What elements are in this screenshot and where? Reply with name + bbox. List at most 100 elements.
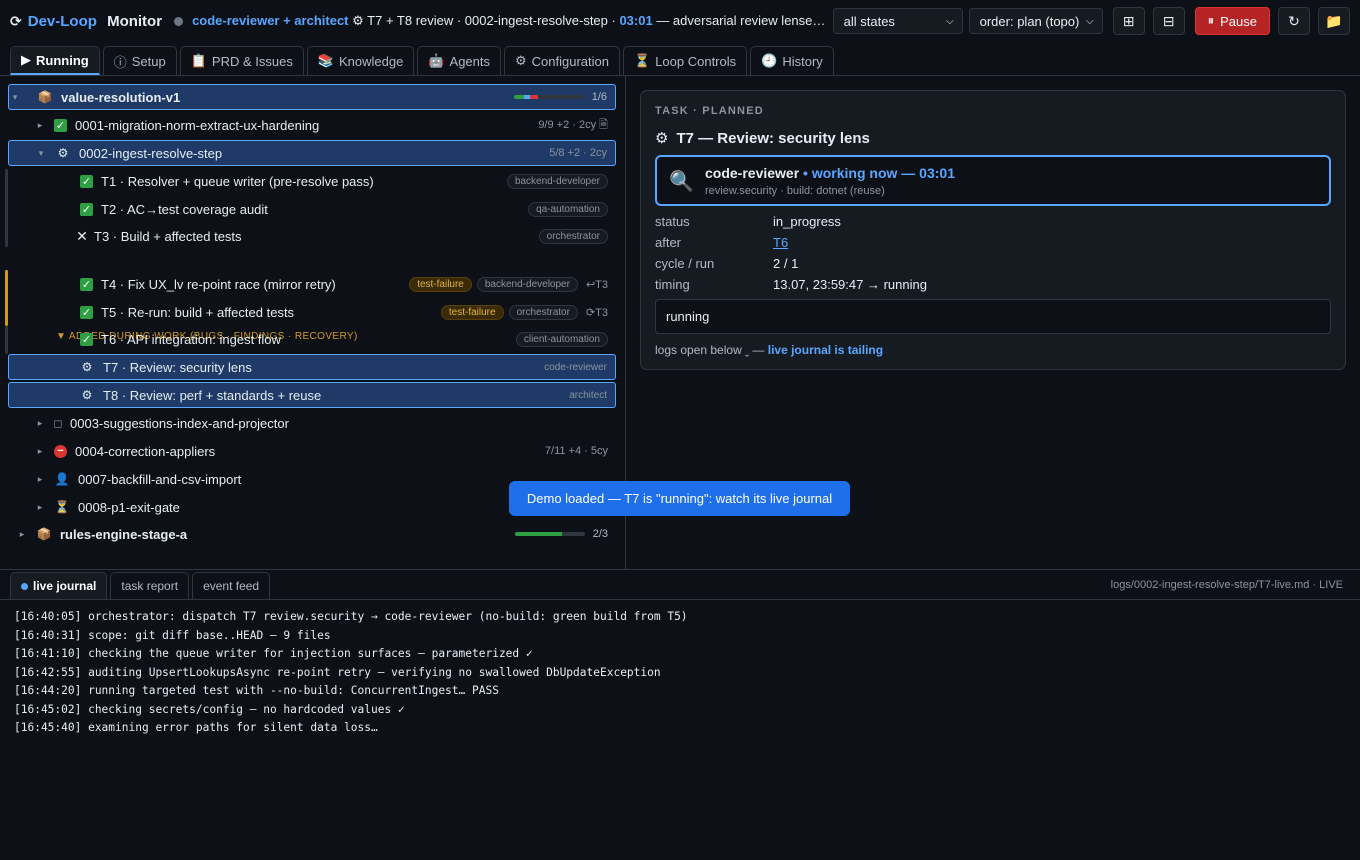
tree-row-meta: 2/3 bbox=[592, 528, 608, 540]
tree-row-task[interactable]: ✓ T5 · Re-run: build + affected tests te… bbox=[8, 299, 616, 325]
field-timing: timing 13.07, 23:59:47 → running bbox=[655, 277, 927, 292]
caret-right-icon: ▸ bbox=[37, 119, 43, 130]
tree-row-label: T1 · Resolver + queue writer (pre-resolv… bbox=[101, 173, 374, 189]
tree-row-issue[interactable]: ▸ ◻ 0003-suggestions-index-and-projector bbox=[8, 410, 616, 436]
tree-row-task[interactable]: ✓ T4 · Fix UX_lv re-point race (mirror r… bbox=[8, 271, 616, 297]
tree-row-label: T7 · Review: security lens bbox=[103, 359, 252, 375]
running-summary-text: ⚙ T7 + T8 review · 0002-ingest-resolve-s… bbox=[348, 13, 620, 28]
package-icon: 📦 bbox=[36, 527, 52, 541]
package-icon: 📦 bbox=[37, 90, 53, 104]
running-summary-tail: — adversarial review lenses running in .… bbox=[656, 13, 827, 28]
epic-progress-bar bbox=[513, 95, 584, 99]
tab-event-feed[interactable]: event feed bbox=[192, 572, 271, 599]
log-line: [16:40:31] scope: git diff base..HEAD — … bbox=[14, 628, 331, 642]
gear-icon: ⚙ bbox=[515, 53, 527, 68]
pause-button[interactable]: ⏸ Pause bbox=[1194, 7, 1270, 35]
task-detail-card: TASK · PLANNED ⚙ T7 — Review: security le… bbox=[640, 90, 1346, 370]
tree-row-task[interactable]: ✓ T1 · Resolver + queue writer (pre-reso… bbox=[8, 168, 616, 194]
tree-row-task-active[interactable]: ⚙ T7 · Review: security lens code-review… bbox=[8, 354, 616, 380]
field-value: 2 / 1 bbox=[773, 256, 799, 271]
tab-loop-controls[interactable]: ⏳ Loop Controls bbox=[623, 46, 748, 75]
tree-row-label: T3 · Build + affected tests bbox=[94, 228, 242, 244]
tab-task-report[interactable]: task report bbox=[110, 572, 190, 599]
tab-configuration[interactable]: ⚙ Configuration bbox=[504, 46, 620, 75]
check-icon: ✓ bbox=[80, 305, 93, 319]
log-tabs: live journal task report event feed logs… bbox=[0, 569, 1360, 600]
field-cycle-run: cycle / run 2 / 1 bbox=[655, 256, 798, 271]
log-line: [16:40:05] orchestrator: dispatch T7 rev… bbox=[14, 610, 688, 623]
tree-row-label: T2 · AC→test coverage audit bbox=[101, 201, 268, 217]
tab-agents[interactable]: 🤖 Agents bbox=[417, 46, 502, 75]
top-bar: ⟳ Dev-Loop Monitor code-reviewer + archi… bbox=[0, 0, 1360, 42]
tab-live-journal[interactable]: live journal bbox=[10, 572, 108, 599]
open-folder-button[interactable]: 📁 bbox=[1318, 7, 1350, 35]
info-icon: ⓘ bbox=[113, 54, 127, 70]
tree-row-meta: 7/11 +4 · 5cy bbox=[544, 445, 608, 457]
log-file-path: logs/0002-ingest-resolve-step/T7-live.md… bbox=[1110, 579, 1343, 591]
tab-history[interactable]: 🕘 History bbox=[750, 46, 834, 75]
field-value: 13.07, 23:59:47 → running bbox=[773, 277, 927, 292]
tab-setup[interactable]: ⓘ Setup bbox=[102, 46, 177, 75]
tab-prd-issues[interactable]: 📋 PRD & Issues bbox=[179, 46, 304, 75]
agent-name: code-reviewer bbox=[705, 165, 800, 181]
progress-failed bbox=[529, 95, 538, 99]
tree-row-epic[interactable]: ▾ 📦 value-resolution-v1 1/6 bbox=[8, 84, 616, 110]
live-journal-log: [16:40:05] orchestrator: dispatch T7 rev… bbox=[14, 610, 688, 740]
pause-label: Pause bbox=[1220, 13, 1257, 29]
state-filter-select[interactable]: all states ⌵ bbox=[832, 8, 963, 34]
caret-right-icon: ▸ bbox=[37, 473, 43, 484]
log-line: [16:45:40] examining error paths for sil… bbox=[14, 721, 378, 734]
agent-tag: qa-automation bbox=[528, 201, 608, 217]
log-line: [16:45:02] checking secrets/config — no … bbox=[14, 702, 405, 716]
live-dot-icon bbox=[21, 582, 28, 590]
tab-label: PRD & Issues bbox=[211, 53, 293, 69]
clock-icon: 🕘 bbox=[761, 53, 778, 68]
gear-icon: ⚙ bbox=[81, 388, 93, 402]
tree-row-task-active[interactable]: ⚙ T8 · Review: perf + standards + reuse … bbox=[8, 382, 616, 408]
caret-down-icon: ▾ bbox=[38, 147, 44, 158]
tree-row-epic[interactable]: ▸ 📦 rules-engine-stage-a 2/3 bbox=[8, 521, 616, 547]
tab-knowledge[interactable]: 📚 Knowledge bbox=[306, 46, 415, 75]
tree-row-issue[interactable]: ▸ − 0004-correction-appliers 7/11 +4 · 5… bbox=[8, 438, 616, 464]
agent-tag: architect bbox=[569, 389, 607, 401]
failure-flag: test-failure bbox=[409, 276, 472, 292]
tab-label: Agents bbox=[449, 53, 491, 69]
field-after: after T6 bbox=[655, 235, 788, 250]
check-icon: ✓ bbox=[80, 174, 93, 188]
log-line: [16:41:10] checking the queue writer for… bbox=[14, 647, 533, 660]
agent-tag: orchestrator bbox=[508, 304, 578, 320]
tree-row-task[interactable]: ✓ T2 · AC→test coverage audit qa-automat… bbox=[8, 196, 616, 222]
live-journal-link[interactable]: live journal is tailing bbox=[768, 343, 883, 357]
field-key: status bbox=[655, 214, 690, 229]
after-task-link[interactable]: T6 bbox=[773, 235, 788, 250]
magnifier-icon: 🔍 bbox=[669, 171, 694, 193]
log-line: [16:42:55] auditing UpsertLookupsAsync r… bbox=[14, 665, 661, 679]
running-agents: code-reviewer + architect bbox=[192, 13, 349, 28]
x-icon: ✕ bbox=[76, 227, 88, 244]
hourglass-icon: ⏳ bbox=[54, 500, 70, 514]
tab-running[interactable]: ▶ Running bbox=[10, 46, 100, 75]
agent-capabilities: review.security · build: dotnet (reuse) bbox=[705, 185, 885, 197]
tree-row-meta: 5/8 +2 · 2cy bbox=[549, 147, 607, 159]
logs-hint: logs open below ˬ — live journal is tail… bbox=[655, 343, 883, 357]
agent-tag: backend-developer bbox=[506, 173, 608, 189]
split-view-button[interactable]: ⊟ bbox=[1152, 7, 1185, 35]
order-select[interactable]: order: plan (topo) ⌵ bbox=[968, 8, 1103, 34]
tree-row-issue[interactable]: ▸ ✓ 0001-migration-norm-extract-ux-harde… bbox=[8, 112, 616, 138]
gear-icon: ⚙ bbox=[57, 146, 69, 160]
clipboard-icon: 📋 bbox=[190, 53, 207, 68]
tab-label: task report bbox=[121, 579, 179, 593]
elapsed-time: 03:01 bbox=[619, 13, 653, 28]
tree-row-task[interactable]: ✕ T3 · Build + affected tests orchestrat… bbox=[8, 223, 616, 249]
person-icon: 👤 bbox=[54, 472, 70, 486]
active-agent-box: 🔍 code-reviewer • working now — 03:01 re… bbox=[655, 155, 1331, 206]
grid-view-button[interactable]: ⊞ bbox=[1112, 7, 1145, 35]
caret-right-icon: ▸ bbox=[37, 417, 43, 428]
reload-button[interactable]: ↻ bbox=[1278, 7, 1310, 35]
check-icon: ✓ bbox=[80, 202, 93, 216]
log-line: [16:44:20] running targeted test with --… bbox=[14, 684, 499, 697]
tree-row-issue[interactable]: ▾ ⚙ 0002-ingest-resolve-step 5/8 +2 · 2c… bbox=[8, 140, 616, 166]
agent-tag: backend-developer bbox=[476, 276, 578, 292]
blocked-icon: − bbox=[54, 444, 67, 458]
tree-row-task[interactable]: ✓ T6 · API integration: ingest flow clie… bbox=[8, 326, 616, 352]
